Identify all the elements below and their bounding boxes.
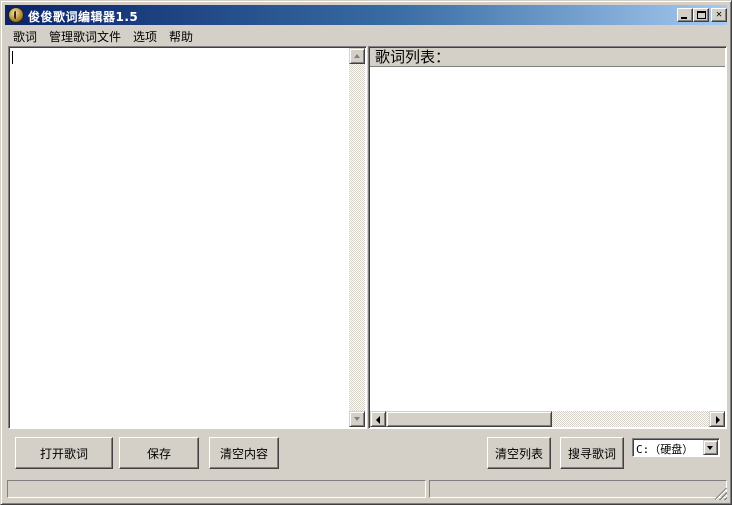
scroll-down-button[interactable] [349,411,365,427]
drive-select[interactable]: C:（硬盘） [632,438,720,457]
maximize-button[interactable] [693,8,709,22]
app-icon[interactable] [8,7,24,23]
arrow-left-icon [376,416,380,424]
save-button[interactable]: 保存 [119,437,199,469]
list-horizontal-scrollbar[interactable] [370,411,725,427]
arrow-up-icon [354,54,360,58]
scroll-thumb[interactable] [386,411,552,427]
minimize-icon [681,17,687,19]
app-window: 俊俊歌词编辑器1.5 ✕ 歌词 管理歌词文件 选项 帮助 歌词列表： 打开歌词 … [0,0,732,505]
drive-select-value: C:（硬盘） [636,443,694,456]
menu-help[interactable]: 帮助 [167,28,195,45]
text-caret [12,51,13,64]
resize-grip-icon[interactable] [715,488,727,500]
close-icon: ✕ [715,9,723,20]
menu-bar: 歌词 管理歌词文件 选项 帮助 [5,26,727,45]
lyrics-list-header: 歌词列表： [370,48,725,67]
scroll-right-button[interactable] [709,411,725,427]
drive-dropdown-button[interactable] [703,440,718,455]
chevron-down-icon [707,446,713,450]
minimize-button[interactable] [677,8,693,22]
status-pane-left [7,480,426,498]
window-title: 俊俊歌词编辑器1.5 [28,10,139,24]
arrow-right-icon [716,416,720,424]
scroll-left-button[interactable] [370,411,386,427]
lyrics-editor[interactable] [8,46,367,429]
editor-vertical-scrollbar[interactable] [349,48,365,427]
clear-content-button[interactable]: 清空内容 [209,437,279,469]
close-button[interactable]: ✕ [711,8,727,22]
title-bar[interactable]: 俊俊歌词编辑器1.5 ✕ [5,5,727,25]
menu-lyrics[interactable]: 歌词 [11,28,39,45]
scroll-up-button[interactable] [349,48,365,64]
search-lyrics-button[interactable]: 搜寻歌词 [560,437,624,469]
arrow-down-icon [354,417,360,421]
open-lyrics-button[interactable]: 打开歌词 [15,437,113,469]
status-pane-right [429,480,727,498]
maximize-icon [697,11,706,19]
menu-manage-lyrics-files[interactable]: 管理歌词文件 [47,28,123,45]
lyrics-list-panel[interactable]: 歌词列表： [368,46,727,429]
menu-options[interactable]: 选项 [131,28,159,45]
clear-list-button[interactable]: 清空列表 [487,437,551,469]
